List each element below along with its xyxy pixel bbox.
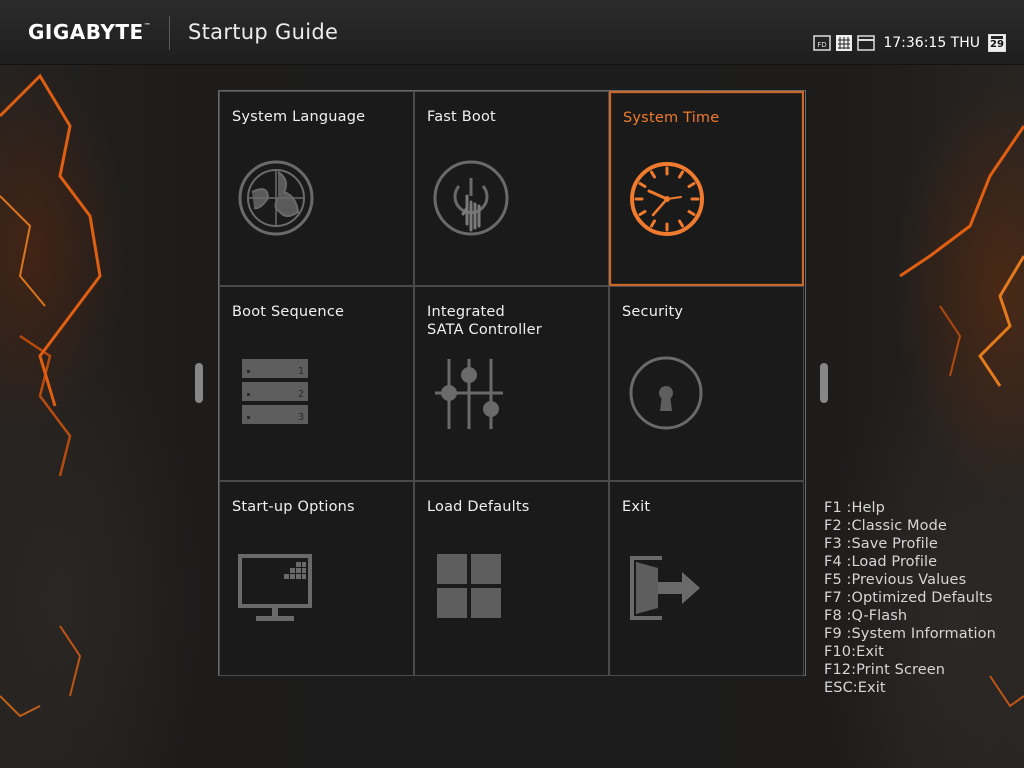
hotkey-f12-print-screen[interactable]: F12:Print Screen [824, 661, 996, 679]
hotkey-f7-optimized-defaults[interactable]: F7 :Optimized Defaults [824, 589, 996, 607]
hotkey-f10-exit[interactable]: F10:Exit [824, 643, 996, 661]
clock-icon [629, 159, 709, 239]
hotkey-f9-system-information[interactable]: F9 :System Information [824, 625, 996, 643]
tile-label: Integrated SATA Controller [427, 304, 542, 338]
hotkey-f1-help[interactable]: F1 :Help [824, 499, 996, 517]
svg-text:FD: FD [818, 41, 827, 49]
hotkey-legend: F1 :Help F2 :Classic Mode F3 :Save Profi… [824, 499, 996, 697]
tile-label: Fast Boot [427, 109, 496, 125]
keyhole-icon [628, 353, 708, 433]
hotkey-f2-classic-mode[interactable]: F2 :Classic Mode [824, 517, 996, 535]
power-touch-icon [433, 158, 513, 238]
top-bar: GIGABYTE™ Startup Guide FD 17:36:15 THU … [0, 0, 1024, 65]
four-squares-icon [433, 548, 513, 628]
tile-system-language[interactable]: System Language [219, 91, 414, 286]
calendar-icon: 29 [988, 34, 1006, 52]
tile-label: Security [622, 304, 684, 320]
brand-trademark: ™ [143, 22, 152, 30]
startup-guide-grid: System Language Fast Boot System Time Bo… [218, 90, 806, 676]
tile-boot-sequence[interactable]: Boot Sequence 1 2 3 [219, 286, 414, 481]
boot-number-3: 3 [298, 412, 304, 423]
hotkey-f8-q-flash[interactable]: F8 :Q-Flash [824, 607, 996, 625]
sliders-icon [433, 353, 513, 433]
tile-label: Boot Sequence [232, 304, 345, 320]
tile-label: System Time [623, 110, 720, 126]
tile-label: Load Defaults [427, 499, 530, 515]
hotkey-f4-load-profile[interactable]: F4 :Load Profile [824, 553, 996, 571]
monitor-icon [238, 548, 318, 628]
hotkey-esc-exit[interactable]: ESC:Exit [824, 679, 996, 697]
hotkey-f5-previous-values[interactable]: F5 :Previous Values [824, 571, 996, 589]
boot-list-icon: 1 2 3 [238, 353, 318, 433]
grid-view-icon[interactable] [835, 34, 853, 52]
lava-decoration-left [0, 56, 150, 768]
window-icon[interactable] [857, 34, 876, 52]
boot-number-2: 2 [298, 389, 304, 400]
exit-icon [628, 548, 708, 628]
brand-name: GIGABYTE [28, 20, 144, 44]
page-title: Startup Guide [188, 20, 339, 44]
tile-integrated-sata-controller[interactable]: Integrated SATA Controller [414, 286, 609, 481]
scroll-left-handle[interactable] [195, 363, 203, 403]
hotkey-f3-save-profile[interactable]: F3 :Save Profile [824, 535, 996, 553]
tile-start-up-options[interactable]: Start-up Options [219, 481, 414, 676]
tile-fast-boot[interactable]: Fast Boot [414, 91, 609, 286]
tile-label: System Language [232, 109, 366, 125]
calendar-day: 29 [990, 39, 1004, 50]
clock-time: 17:36:15 THU [883, 35, 980, 51]
tile-exit[interactable]: Exit [609, 481, 804, 676]
globe-icon [238, 158, 318, 238]
tile-load-defaults[interactable]: Load Defaults [414, 481, 609, 676]
boot-number-1: 1 [298, 366, 304, 377]
header-divider [169, 16, 170, 50]
fd-icon[interactable]: FD [813, 34, 832, 52]
scroll-right-handle[interactable] [820, 363, 828, 403]
status-area: FD 17:36:15 THU 29 [813, 32, 1006, 54]
tile-system-time[interactable]: System Time [609, 91, 804, 286]
tile-label: Exit [622, 499, 651, 515]
brand-logo: GIGABYTE™ [28, 20, 151, 44]
tile-security[interactable]: Security [609, 286, 804, 481]
tile-label: Start-up Options [232, 499, 355, 515]
